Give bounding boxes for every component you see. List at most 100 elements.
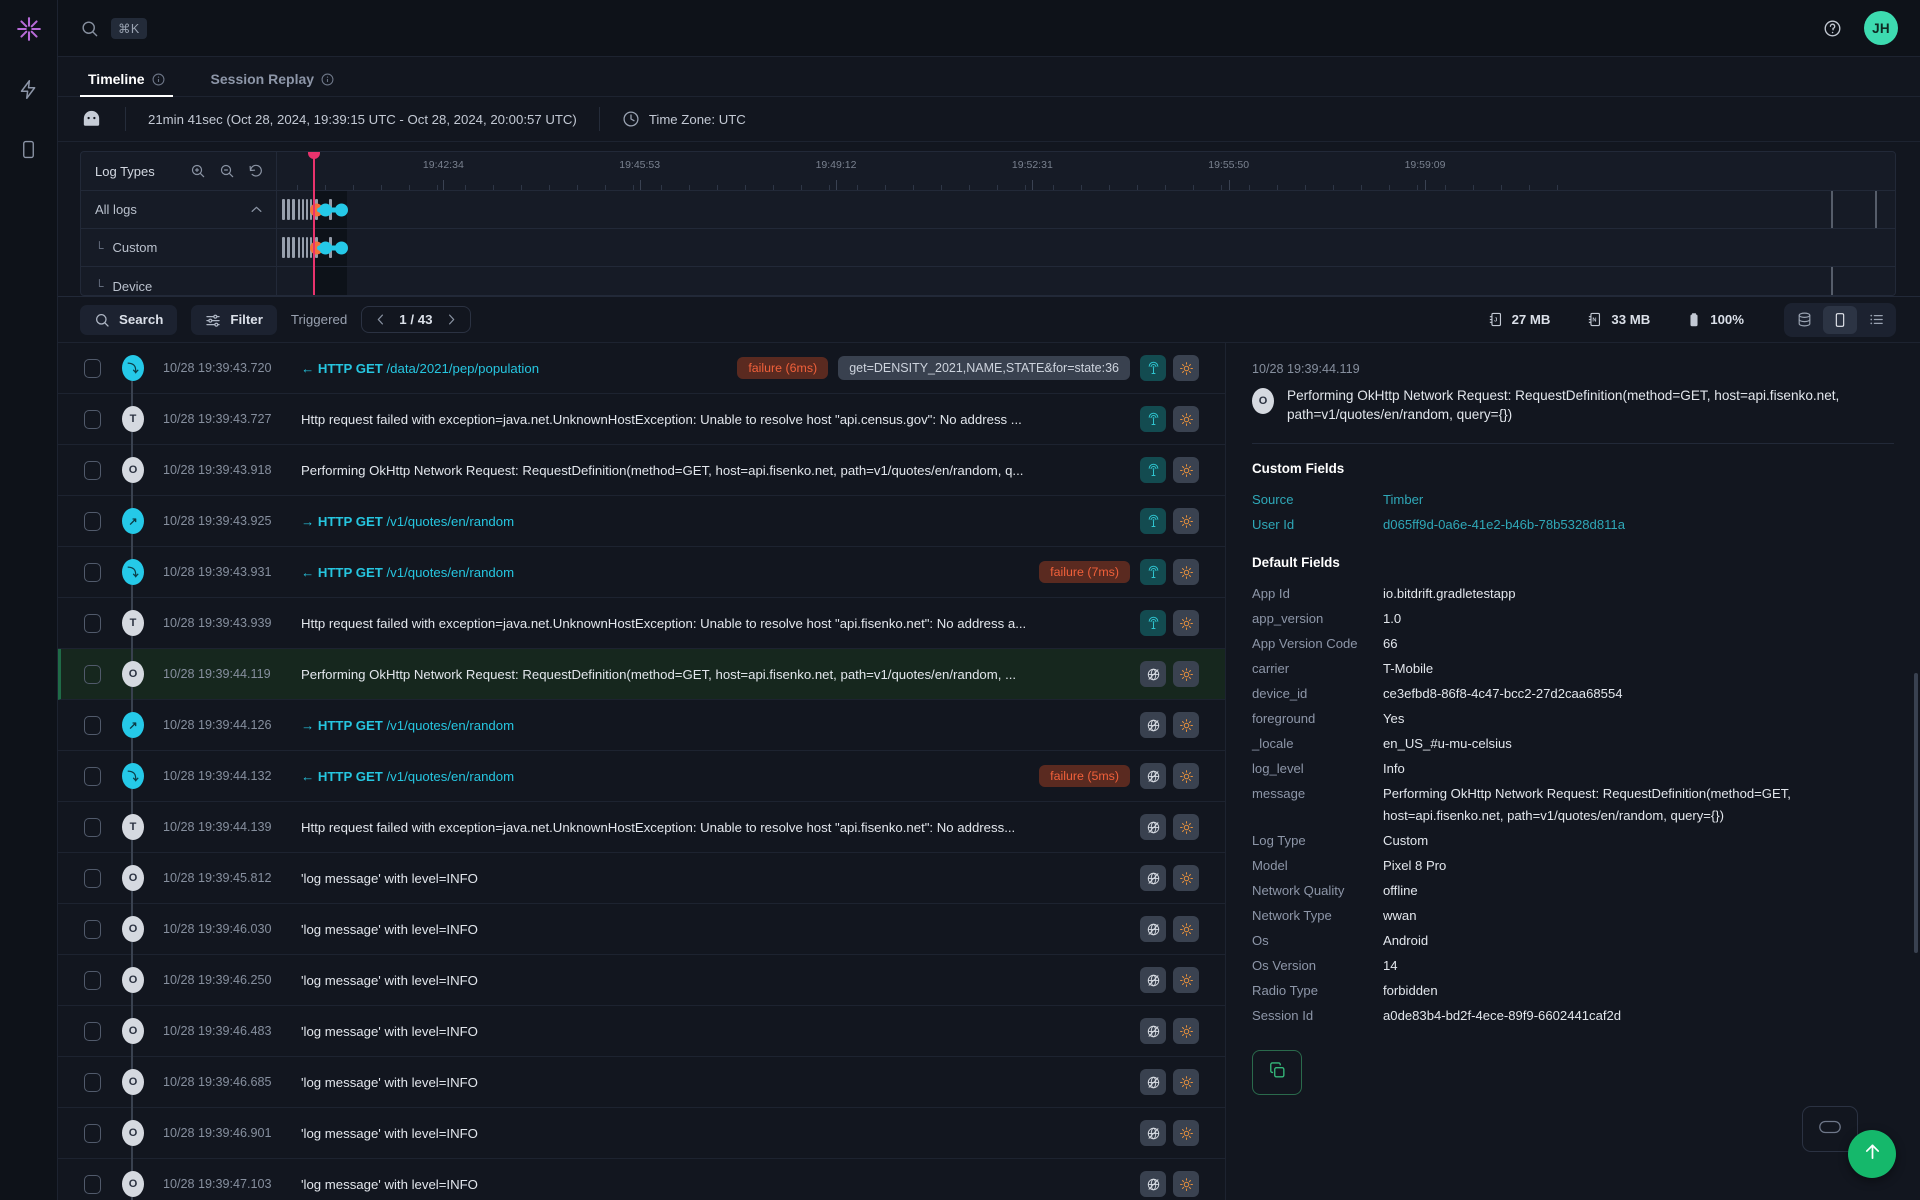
avatar[interactable]: JH	[1864, 11, 1898, 45]
triggered-label[interactable]: Triggered	[291, 312, 347, 327]
table-row[interactable]: ⤵ 10/28 19:39:43.720 ← HTTP GET /data/2021…	[58, 343, 1225, 407]
view-toggle-database[interactable]	[1787, 306, 1821, 334]
globe-offline-icon[interactable]	[1140, 1171, 1166, 1197]
timeline-track[interactable]: 19:42:34 19:45:53 19:49:12 19:52:31 19:55:50…	[277, 152, 1895, 295]
table-row[interactable]: O 10/28 19:39:46.483 'log message' with le…	[58, 1006, 1225, 1070]
table-row[interactable]: ⤵ 10/28 19:39:44.132 ← HTTP GET /v1/quotes…	[58, 751, 1225, 815]
row-checkbox[interactable]	[84, 613, 101, 633]
row-checkbox[interactable]	[84, 817, 101, 837]
globe-offline-icon[interactable]	[1140, 814, 1166, 840]
globe-offline-icon[interactable]	[1140, 712, 1166, 738]
tab-timeline[interactable]: Timeline	[80, 71, 173, 97]
sun-icon[interactable]	[1173, 967, 1199, 993]
timeline-lane-device[interactable]	[277, 267, 1895, 295]
row-checkbox[interactable]	[84, 1174, 101, 1194]
globe-offline-icon[interactable]	[1140, 1069, 1166, 1095]
timeline-row-all-logs[interactable]: All logs	[81, 191, 276, 229]
table-row[interactable]: T 10/28 19:39:43.727 Http request failed w…	[58, 394, 1225, 458]
detail-field-value[interactable]: Timber	[1383, 489, 1894, 511]
sun-icon[interactable]	[1173, 1171, 1199, 1197]
sun-icon[interactable]	[1173, 763, 1199, 789]
info-circle-icon[interactable]	[321, 73, 334, 86]
global-search[interactable]: ⌘K	[80, 17, 147, 39]
sun-icon[interactable]	[1173, 406, 1199, 432]
scroll-to-top-button[interactable]	[1848, 1130, 1896, 1178]
sun-icon[interactable]	[1173, 865, 1199, 891]
sun-icon[interactable]	[1173, 1069, 1199, 1095]
sun-icon[interactable]	[1173, 661, 1199, 687]
antenna-icon[interactable]	[1140, 559, 1166, 585]
chevron-right-icon[interactable]	[444, 312, 459, 327]
timeline-lane-custom[interactable]	[277, 229, 1895, 267]
timeline-playhead[interactable]	[308, 152, 320, 295]
row-checkbox[interactable]	[84, 1123, 101, 1143]
table-row[interactable]: O 10/28 19:39:43.918 Performing OkHttp Net…	[58, 445, 1225, 509]
row-checkbox[interactable]	[84, 868, 101, 888]
sun-icon[interactable]	[1173, 559, 1199, 585]
globe-offline-icon[interactable]	[1140, 916, 1166, 942]
table-row[interactable]: ↗ 10/28 19:39:44.126 → HTTP GET /v1/quotes…	[58, 700, 1225, 764]
row-checkbox[interactable]	[84, 409, 101, 429]
row-checkbox[interactable]	[84, 460, 101, 480]
sun-icon[interactable]	[1173, 916, 1199, 942]
globe-offline-icon[interactable]	[1140, 661, 1166, 687]
detail-field-value[interactable]: d065ff9d-0a6e-41e2-b46b-78b5328d811a	[1383, 514, 1894, 536]
table-row[interactable]: O 10/28 19:39:46.030 'log message' with le…	[58, 904, 1225, 968]
bolt-icon[interactable]	[12, 72, 46, 106]
globe-offline-icon[interactable]	[1140, 967, 1166, 993]
chevron-up-icon[interactable]	[249, 202, 264, 217]
table-row[interactable]: O 10/28 19:39:46.901 'log message' with le…	[58, 1108, 1225, 1172]
sun-icon[interactable]	[1173, 355, 1199, 381]
table-row[interactable]: O 10/28 19:39:45.812 'log message' with le…	[58, 853, 1225, 917]
reset-icon[interactable]	[248, 163, 264, 179]
table-row[interactable]: ⤵ 10/28 19:39:43.931 ← HTTP GET /v1/quotes…	[58, 547, 1225, 611]
sun-icon[interactable]	[1173, 610, 1199, 636]
filter-button[interactable]: Filter	[191, 304, 277, 335]
pager[interactable]: 1 / 43	[361, 306, 471, 333]
table-row[interactable]: T 10/28 19:39:44.139 Http request failed w…	[58, 802, 1225, 866]
log-list[interactable]: ⤵ 10/28 19:39:43.720 ← HTTP GET /data/2021…	[58, 343, 1226, 1200]
info-circle-icon[interactable]	[152, 73, 165, 86]
tab-session-replay[interactable]: Session Replay	[203, 71, 343, 96]
antenna-icon[interactable]	[1140, 355, 1166, 381]
zoom-in-icon[interactable]	[190, 163, 206, 179]
copy-button[interactable]	[1252, 1050, 1302, 1096]
globe-offline-icon[interactable]	[1140, 865, 1166, 891]
antenna-icon[interactable]	[1140, 406, 1166, 432]
antenna-icon[interactable]	[1140, 457, 1166, 483]
sun-icon[interactable]	[1173, 508, 1199, 534]
timeline-row-custom[interactable]: └ Custom	[81, 229, 276, 267]
table-row[interactable]: O 10/28 19:39:47.103 'log message' with le…	[58, 1159, 1225, 1200]
table-row[interactable]: O 10/28 19:39:46.685 'log message' with le…	[58, 1057, 1225, 1121]
view-toggle-device[interactable]	[1823, 305, 1857, 334]
sun-icon[interactable]	[1173, 1120, 1199, 1146]
antenna-icon[interactable]	[1140, 610, 1166, 636]
row-checkbox[interactable]	[84, 919, 101, 939]
timeline-row-device[interactable]: └ Device	[81, 267, 276, 295]
row-checkbox[interactable]	[84, 766, 101, 786]
globe-offline-icon[interactable]	[1140, 763, 1166, 789]
table-row[interactable]: ↗ 10/28 19:39:43.925 → HTTP GET /v1/quotes…	[58, 496, 1225, 560]
timeline-lane-all-logs[interactable]	[277, 191, 1895, 229]
sun-icon[interactable]	[1173, 1018, 1199, 1044]
table-row[interactable]: T 10/28 19:39:43.939 Http request failed w…	[58, 598, 1225, 662]
sun-icon[interactable]	[1173, 712, 1199, 738]
table-row[interactable]: O 10/28 19:39:46.250 'log message' with le…	[58, 955, 1225, 1019]
row-checkbox[interactable]	[84, 715, 101, 735]
antenna-icon[interactable]	[1140, 508, 1166, 534]
row-checkbox[interactable]	[84, 970, 101, 990]
zoom-out-icon[interactable]	[219, 163, 235, 179]
sun-icon[interactable]	[1173, 457, 1199, 483]
search-button[interactable]: Search	[80, 304, 178, 335]
sun-icon[interactable]	[1173, 814, 1199, 840]
globe-offline-icon[interactable]	[1140, 1120, 1166, 1146]
help-circle-icon[interactable]	[1823, 19, 1842, 38]
row-checkbox[interactable]	[84, 358, 101, 378]
row-checkbox[interactable]	[84, 562, 101, 582]
table-row[interactable]: O 10/28 19:39:44.119 Performing OkHttp Net…	[58, 649, 1225, 713]
row-checkbox[interactable]	[84, 511, 101, 531]
detail-scrollbar[interactable]	[1914, 673, 1918, 953]
row-checkbox[interactable]	[84, 664, 101, 684]
chevron-left-icon[interactable]	[373, 312, 388, 327]
row-checkbox[interactable]	[84, 1072, 101, 1092]
